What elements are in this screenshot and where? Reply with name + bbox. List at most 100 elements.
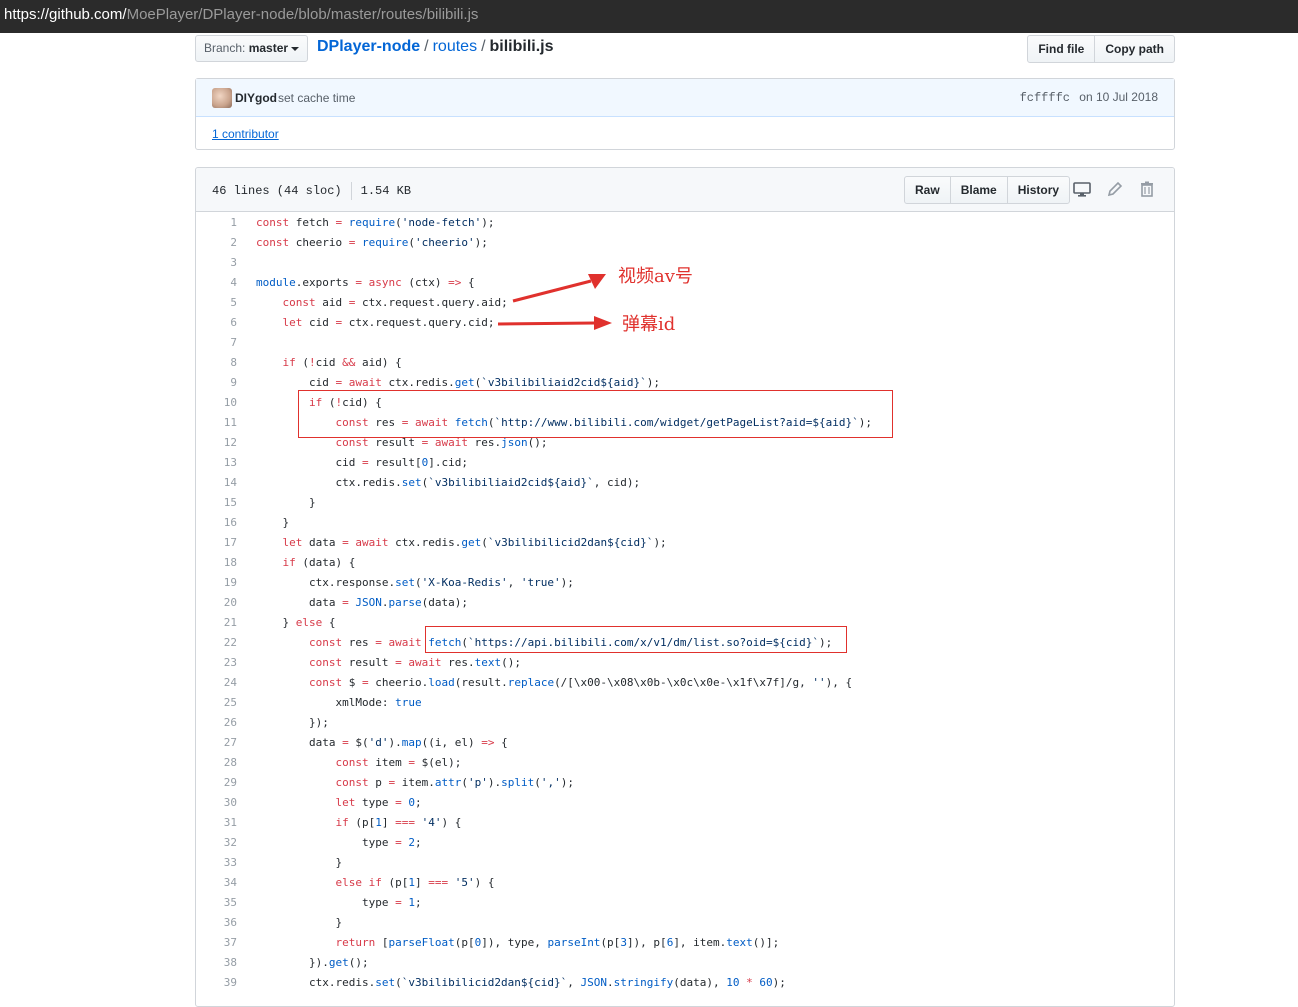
line-number[interactable]: 10 (196, 393, 237, 413)
line-number[interactable]: 17 (196, 533, 237, 553)
branch-select-button[interactable]: Branch: master (195, 35, 309, 62)
code-line: 32 type = 2; (196, 833, 1174, 853)
code-text: const p = item.attr('p').split(','); (335, 776, 574, 789)
desktop-icon[interactable] (1073, 180, 1091, 198)
line-number[interactable]: 9 (196, 373, 237, 393)
line-number[interactable]: 36 (196, 913, 237, 933)
line-number[interactable]: 1 (196, 213, 237, 233)
commit-message[interactable]: set cache time (278, 91, 355, 105)
line-number[interactable]: 18 (196, 553, 237, 573)
code-text: data = JSON.parse(data); (256, 596, 468, 609)
line-number[interactable]: 26 (196, 713, 237, 733)
line-number[interactable]: 37 (196, 933, 237, 953)
code-text: ctx.redis.set(`v3bilibiliaid2cid${aid}`,… (256, 476, 641, 489)
avatar[interactable] (212, 88, 232, 108)
line-number[interactable]: 31 (196, 813, 237, 833)
commit-tease: DIYgod set cache time fcffffc on 10 Jul … (195, 78, 1175, 150)
line-number[interactable]: 39 (196, 973, 237, 993)
find-file-button[interactable]: Find file (1027, 35, 1096, 63)
highlight-box (298, 390, 893, 438)
line-number[interactable]: 27 (196, 733, 237, 753)
code-text: cid = result[0].cid; (256, 456, 468, 469)
line-number[interactable]: 12 (196, 433, 237, 453)
line-number[interactable]: 34 (196, 873, 237, 893)
branch-label: Branch: (204, 41, 246, 55)
code-text: if (!cid && aid) { (282, 356, 402, 369)
line-number[interactable]: 14 (196, 473, 237, 493)
breadcrumb-file: bilibili.js (489, 38, 554, 55)
line-number[interactable]: 19 (196, 573, 237, 593)
line-number[interactable]: 30 (196, 793, 237, 813)
arrow-icon (497, 321, 596, 326)
raw-button[interactable]: Raw (904, 176, 951, 204)
code-line: 14 ctx.redis.set(`v3bilibiliaid2cid${aid… (196, 473, 1174, 493)
latest-commit: DIYgod set cache time fcffffc on 10 Jul … (196, 79, 1174, 117)
line-number[interactable]: 29 (196, 773, 237, 793)
code-line: 39 ctx.redis.set(`v3bilibilicid2dan${cid… (196, 973, 1174, 993)
line-number[interactable]: 21 (196, 613, 237, 633)
line-number[interactable]: 3 (196, 253, 237, 273)
code-text: ctx.redis.set(`v3bilibilicid2dan${cid}`,… (256, 976, 786, 989)
code-text: type = 1; (256, 896, 422, 909)
blame-button[interactable]: Blame (949, 176, 1008, 204)
line-number[interactable]: 5 (196, 293, 237, 313)
code-text: let cid = ctx.request.query.cid; (282, 316, 495, 329)
code-line: 17 let data = await ctx.redis.get(`v3bil… (196, 533, 1174, 553)
trash-icon[interactable] (1138, 180, 1156, 198)
breadcrumb: DPlayer-node / routes / bilibili.js (317, 38, 554, 56)
file-info: 46 lines (44 sloc) 1.54 KB (212, 182, 411, 200)
code-line: 34 else if (p[1] === '5') { (196, 873, 1174, 893)
line-number[interactable]: 32 (196, 833, 237, 853)
commit-author[interactable]: DIYgod (235, 91, 277, 105)
code-text: let type = 0; (335, 796, 422, 809)
code-text: }); (256, 716, 329, 729)
line-number[interactable]: 38 (196, 953, 237, 973)
line-number[interactable]: 24 (196, 673, 237, 693)
code-line: 29 const p = item.attr('p').split(','); (196, 773, 1174, 793)
annotation-aid: 视频av号 (618, 266, 693, 287)
code-line: 28 const item = $(el); (196, 753, 1174, 773)
pencil-icon[interactable] (1106, 180, 1124, 198)
code-line: 8 if (!cid && aid) { (196, 353, 1174, 373)
code-text: const cheerio = require('cheerio'); (256, 236, 488, 249)
path-actions: Find file Copy path (1027, 35, 1175, 63)
commit-sha[interactable]: fcffffc (1020, 91, 1070, 105)
code-line: 18 if (data) { (196, 553, 1174, 573)
line-number[interactable]: 16 (196, 513, 237, 533)
code-text: } (256, 916, 343, 929)
line-number[interactable]: 33 (196, 853, 237, 873)
line-number[interactable]: 35 (196, 893, 237, 913)
code-line: 30 let type = 0; (196, 793, 1174, 813)
code-text: xmlMode: true (256, 696, 422, 709)
line-number[interactable]: 23 (196, 653, 237, 673)
line-number[interactable]: 11 (196, 413, 237, 433)
file-size: 1.54 KB (360, 184, 412, 199)
line-number[interactable]: 6 (196, 313, 237, 333)
line-number[interactable]: 2 (196, 233, 237, 253)
copy-path-button[interactable]: Copy path (1094, 35, 1175, 63)
line-number[interactable]: 13 (196, 453, 237, 473)
line-count: 46 lines (44 sloc) (212, 184, 342, 199)
code-text: if (p[1] === '4') { (335, 816, 462, 829)
contributors-link[interactable]: 1 contributor (212, 127, 279, 141)
file-navigation: Branch: master DPlayer-node / routes / bilib… (195, 35, 1175, 63)
line-number[interactable]: 8 (196, 353, 237, 373)
code-text: const fetch = require('node-fetch'); (256, 216, 495, 229)
code-line: 20 data = JSON.parse(data); (196, 593, 1174, 613)
address-bar[interactable]: https://github.com/MoePlayer/DPlayer-nod… (0, 0, 1298, 33)
branch-value: master (248, 41, 289, 55)
line-number[interactable]: 15 (196, 493, 237, 513)
breadcrumb-repo-link[interactable]: DPlayer-node (317, 38, 420, 55)
breadcrumb-dir-link[interactable]: routes (433, 38, 477, 55)
line-number[interactable]: 4 (196, 273, 237, 293)
code-line: 33 } (196, 853, 1174, 873)
code-text: const aid = ctx.request.query.aid; (282, 296, 508, 309)
history-button[interactable]: History (1006, 176, 1071, 204)
line-number[interactable]: 7 (196, 333, 237, 353)
breadcrumb-separator: / (424, 38, 429, 55)
line-number[interactable]: 25 (196, 693, 237, 713)
line-number[interactable]: 22 (196, 633, 237, 653)
line-number[interactable]: 20 (196, 593, 237, 613)
line-number[interactable]: 28 (196, 753, 237, 773)
code-line: 38 }).get(); (196, 953, 1174, 973)
